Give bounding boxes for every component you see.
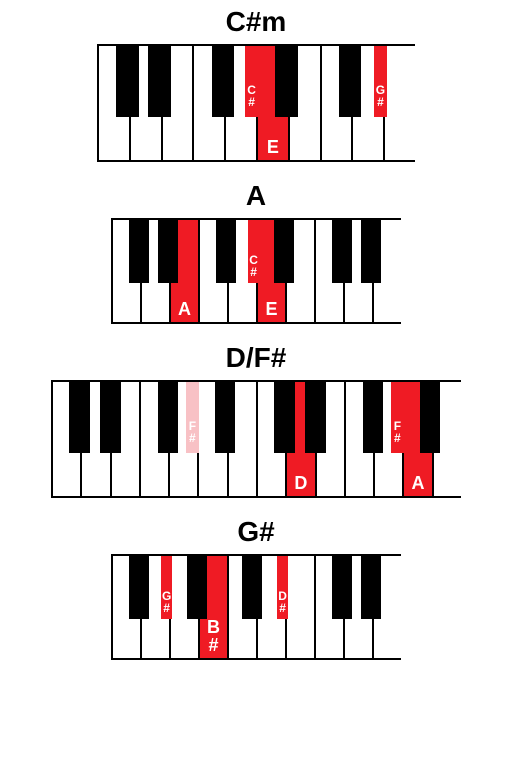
black-key bbox=[361, 556, 381, 619]
chord-diagram-root: C#m E C # G # A A E C # D/F# D A F # F # G# B # G # D # bbox=[51, 6, 461, 678]
key-label: G # bbox=[376, 84, 385, 108]
chord-block: A A E C # bbox=[51, 180, 461, 324]
black-key bbox=[129, 556, 149, 619]
chord-block: D/F# D A F # F # bbox=[51, 342, 461, 498]
black-key bbox=[69, 382, 90, 453]
black-key bbox=[339, 46, 361, 117]
black-key bbox=[129, 220, 149, 283]
white-key bbox=[385, 46, 417, 160]
chord-name: C#m bbox=[226, 6, 287, 38]
chord-block: C#m E C # G # bbox=[51, 6, 461, 162]
black-key bbox=[100, 382, 121, 453]
black-key bbox=[274, 220, 294, 283]
black-key bbox=[305, 382, 326, 453]
key-label: E bbox=[267, 138, 279, 156]
black-key bbox=[332, 556, 352, 619]
keyboard: D A F # F # bbox=[51, 380, 461, 498]
black-key bbox=[361, 220, 381, 283]
black-key bbox=[216, 220, 236, 283]
black-key: D # bbox=[277, 556, 289, 619]
black-key bbox=[332, 220, 352, 283]
black-key bbox=[158, 220, 178, 283]
chord-block: G# B # G # D # bbox=[51, 516, 461, 660]
black-key: F # bbox=[186, 382, 198, 453]
black-key bbox=[274, 382, 295, 453]
key-label: D # bbox=[278, 590, 287, 614]
black-key bbox=[363, 382, 384, 453]
black-key bbox=[158, 382, 179, 453]
key-label: B # bbox=[207, 618, 220, 654]
key-label: A bbox=[412, 474, 425, 492]
black-key bbox=[212, 46, 234, 117]
key-label: C # bbox=[247, 84, 256, 108]
key-label: G # bbox=[162, 590, 171, 614]
black-key bbox=[275, 46, 297, 117]
black-key bbox=[420, 382, 441, 453]
key-label: C # bbox=[249, 254, 258, 278]
black-key: F # bbox=[391, 382, 403, 453]
black-key: G # bbox=[161, 556, 173, 619]
black-key bbox=[116, 46, 138, 117]
black-key: G # bbox=[374, 46, 387, 117]
key-label: E bbox=[265, 300, 277, 318]
key-label: F # bbox=[189, 420, 196, 444]
black-key bbox=[242, 556, 262, 619]
chord-name: D/F# bbox=[226, 342, 287, 374]
black-key bbox=[187, 556, 207, 619]
black-key: C # bbox=[245, 46, 258, 117]
black-key bbox=[215, 382, 236, 453]
chord-name: A bbox=[246, 180, 266, 212]
key-label: F # bbox=[394, 420, 401, 444]
keyboard: E C # G # bbox=[97, 44, 415, 162]
key-label: D bbox=[294, 474, 307, 492]
black-key bbox=[148, 46, 170, 117]
keyboard: B # G # D # bbox=[111, 554, 401, 660]
key-label: A bbox=[178, 300, 191, 318]
chord-name: G# bbox=[237, 516, 274, 548]
keyboard: A E C # bbox=[111, 218, 401, 324]
black-key: C # bbox=[248, 220, 260, 283]
white-key bbox=[287, 556, 316, 658]
